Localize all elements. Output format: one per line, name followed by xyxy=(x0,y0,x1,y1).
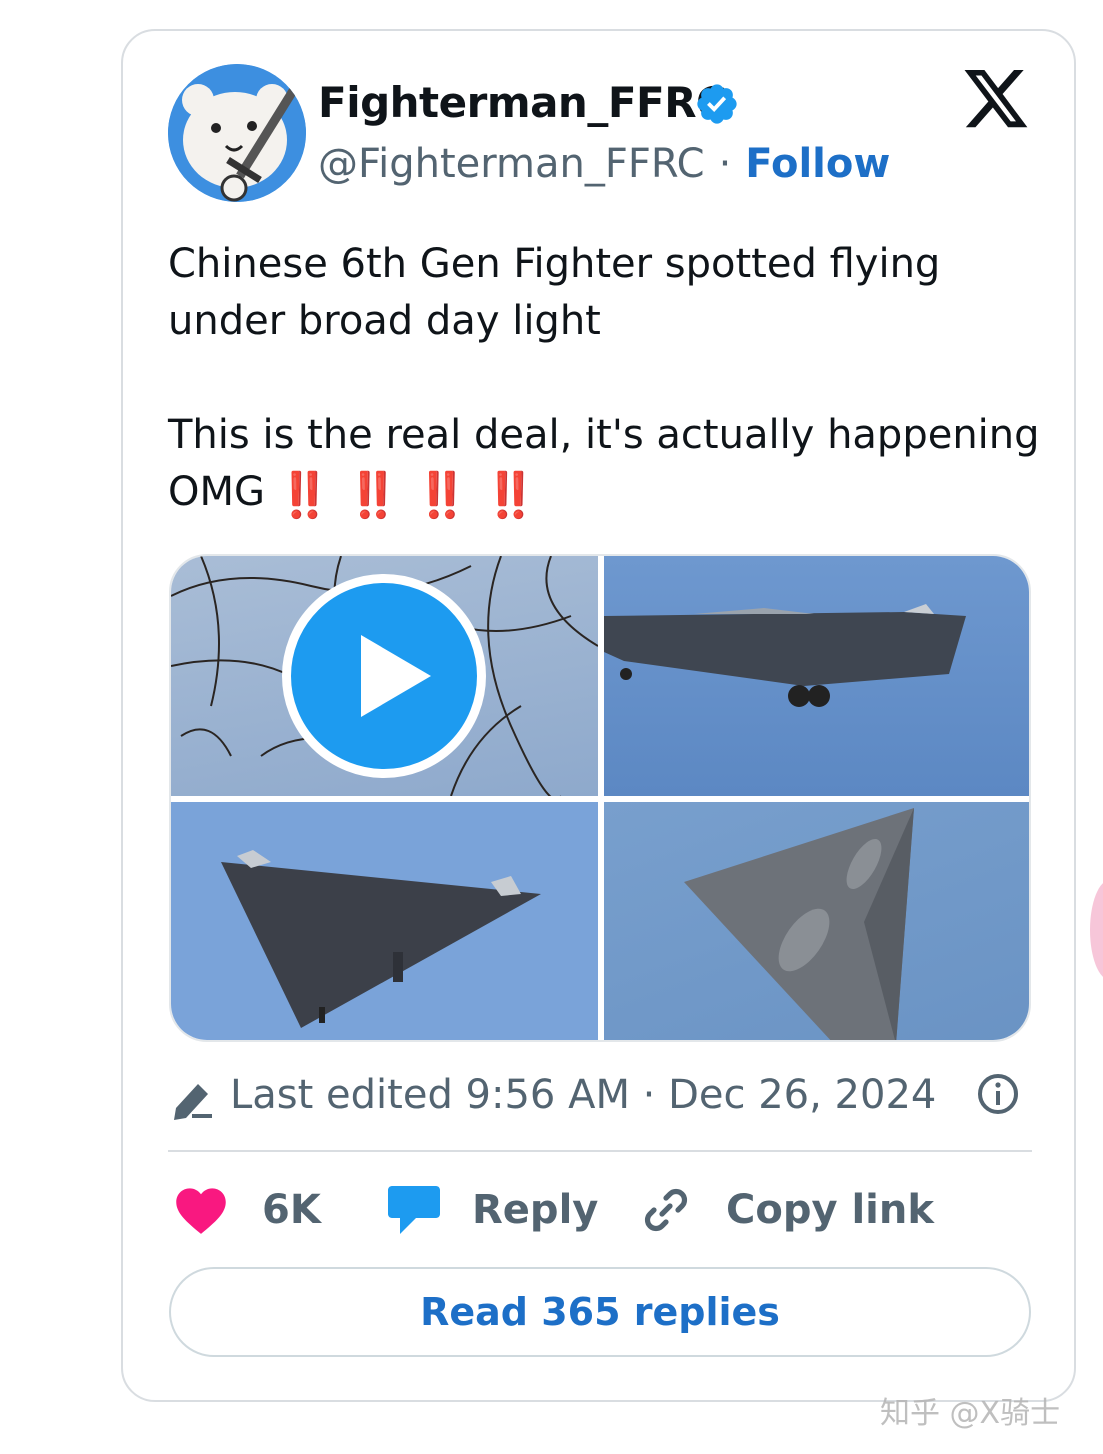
play-button[interactable] xyxy=(282,574,486,778)
watermark: 知乎 @X骑士 xyxy=(880,1396,1061,1431)
emoji-row: ‼️ ‼️ ‼️ ‼️ xyxy=(277,470,538,521)
double-exclamation-emoji: ‼️ xyxy=(483,470,538,521)
pencil-icon xyxy=(174,1084,212,1120)
display-name[interactable]: Fighterman_FFRC xyxy=(318,74,727,132)
follow-button[interactable]: Follow xyxy=(745,141,890,187)
play-icon xyxy=(361,635,431,717)
reply-bubble-icon xyxy=(388,1186,440,1234)
separator: · xyxy=(718,141,732,187)
double-exclamation-emoji: ‼️ xyxy=(414,470,470,521)
handle[interactable]: @Fighterman_FFRC xyxy=(318,141,705,187)
x-logo-icon[interactable] xyxy=(963,70,1031,130)
handle-row: @Fighterman_FFRC · Follow xyxy=(318,136,890,192)
reply-button[interactable]: Reply xyxy=(386,1180,598,1240)
copy-link-button[interactable]: Copy link xyxy=(640,1180,934,1240)
verified-badge-icon xyxy=(697,84,737,124)
double-exclamation-emoji: ‼️ xyxy=(277,470,332,521)
like-count: 6K xyxy=(262,1187,321,1233)
link-icon xyxy=(644,1188,688,1232)
aircraft-photo-side[interactable] xyxy=(604,556,1029,796)
reply-label: Reply xyxy=(472,1187,599,1233)
aircraft-photo-below[interactable] xyxy=(171,802,598,1040)
last-edited-text[interactable]: Last edited 9:56 AM · Dec 26, 2024 xyxy=(230,1066,936,1124)
avatar[interactable] xyxy=(168,64,306,202)
copy-link-label: Copy link xyxy=(726,1187,934,1233)
read-replies-button[interactable]: Read 365 replies xyxy=(169,1267,1031,1357)
double-exclamation-emoji: ‼️ xyxy=(345,470,401,521)
action-bar: 6K Reply Copy link xyxy=(168,1180,1032,1240)
tweet-metadata: Last edited 9:56 AM · Dec 26, 2024 xyxy=(170,1066,1032,1126)
aircraft-photo-closeup[interactable] xyxy=(604,802,1029,1040)
heart-icon xyxy=(176,1188,226,1234)
divider xyxy=(168,1150,1032,1152)
info-icon[interactable] xyxy=(976,1072,1020,1116)
like-button[interactable]: 6K xyxy=(174,1180,321,1240)
decorative-edge xyxy=(1090,880,1103,980)
